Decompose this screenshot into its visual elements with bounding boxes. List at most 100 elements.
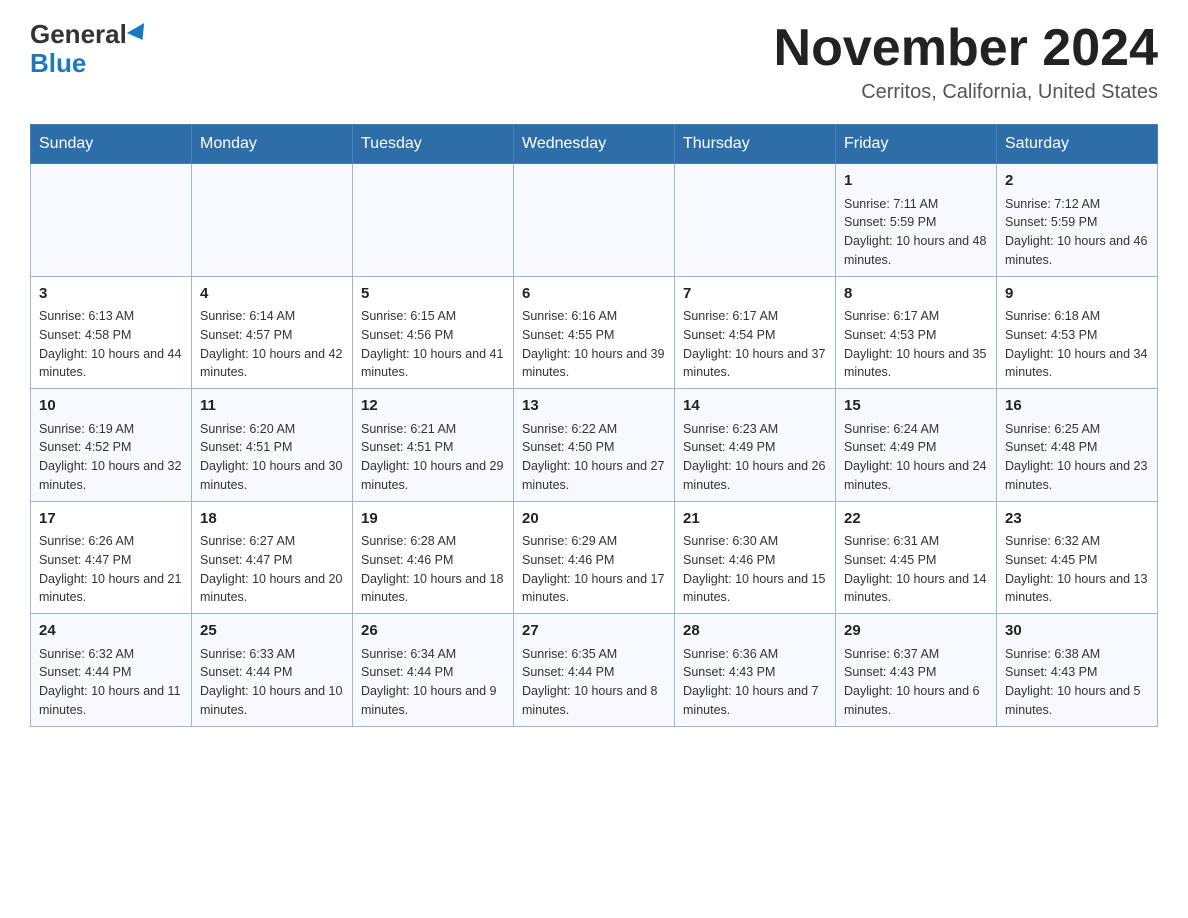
calendar-cell: 16Sunrise: 6:25 AMSunset: 4:48 PMDayligh… bbox=[997, 389, 1158, 502]
calendar-cell: 28Sunrise: 6:36 AMSunset: 4:43 PMDayligh… bbox=[675, 614, 836, 727]
calendar-cell: 9Sunrise: 6:18 AMSunset: 4:53 PMDaylight… bbox=[997, 276, 1158, 389]
day-number: 17 bbox=[39, 508, 183, 531]
day-number: 30 bbox=[1005, 620, 1149, 643]
calendar-cell bbox=[31, 164, 192, 277]
calendar-week-row: 3Sunrise: 6:13 AMSunset: 4:58 PMDaylight… bbox=[31, 276, 1158, 389]
calendar-header-row: SundayMondayTuesdayWednesdayThursdayFrid… bbox=[31, 125, 1158, 164]
day-number: 18 bbox=[200, 508, 344, 531]
day-info: Sunrise: 6:16 AMSunset: 4:55 PMDaylight:… bbox=[522, 307, 666, 382]
day-number: 1 bbox=[844, 170, 988, 193]
calendar-cell: 12Sunrise: 6:21 AMSunset: 4:51 PMDayligh… bbox=[353, 389, 514, 502]
day-info: Sunrise: 6:29 AMSunset: 4:46 PMDaylight:… bbox=[522, 532, 666, 607]
calendar-cell: 22Sunrise: 6:31 AMSunset: 4:45 PMDayligh… bbox=[836, 501, 997, 614]
day-info: Sunrise: 6:22 AMSunset: 4:50 PMDaylight:… bbox=[522, 420, 666, 495]
day-number: 23 bbox=[1005, 508, 1149, 531]
day-info: Sunrise: 6:23 AMSunset: 4:49 PMDaylight:… bbox=[683, 420, 827, 495]
day-number: 5 bbox=[361, 283, 505, 306]
day-info: Sunrise: 6:32 AMSunset: 4:44 PMDaylight:… bbox=[39, 645, 183, 720]
logo-triangle-icon bbox=[127, 23, 151, 45]
day-info: Sunrise: 6:24 AMSunset: 4:49 PMDaylight:… bbox=[844, 420, 988, 495]
page-header: General Blue November 2024 Cerritos, Cal… bbox=[30, 20, 1158, 104]
calendar-cell bbox=[192, 164, 353, 277]
calendar-day-header: Friday bbox=[836, 125, 997, 164]
logo: General Blue bbox=[30, 20, 149, 77]
month-title: November 2024 bbox=[774, 20, 1158, 77]
day-number: 27 bbox=[522, 620, 666, 643]
day-info: Sunrise: 6:18 AMSunset: 4:53 PMDaylight:… bbox=[1005, 307, 1149, 382]
calendar-cell bbox=[675, 164, 836, 277]
calendar-cell: 2Sunrise: 7:12 AMSunset: 5:59 PMDaylight… bbox=[997, 164, 1158, 277]
calendar-cell bbox=[514, 164, 675, 277]
day-number: 6 bbox=[522, 283, 666, 306]
calendar-cell: 10Sunrise: 6:19 AMSunset: 4:52 PMDayligh… bbox=[31, 389, 192, 502]
day-info: Sunrise: 6:13 AMSunset: 4:58 PMDaylight:… bbox=[39, 307, 183, 382]
day-number: 2 bbox=[1005, 170, 1149, 193]
day-number: 26 bbox=[361, 620, 505, 643]
calendar-week-row: 10Sunrise: 6:19 AMSunset: 4:52 PMDayligh… bbox=[31, 389, 1158, 502]
title-block: November 2024 Cerritos, California, Unit… bbox=[774, 20, 1158, 104]
calendar-cell: 3Sunrise: 6:13 AMSunset: 4:58 PMDaylight… bbox=[31, 276, 192, 389]
calendar-cell: 26Sunrise: 6:34 AMSunset: 4:44 PMDayligh… bbox=[353, 614, 514, 727]
calendar-day-header: Thursday bbox=[675, 125, 836, 164]
calendar-cell: 7Sunrise: 6:17 AMSunset: 4:54 PMDaylight… bbox=[675, 276, 836, 389]
day-number: 15 bbox=[844, 395, 988, 418]
day-info: Sunrise: 6:25 AMSunset: 4:48 PMDaylight:… bbox=[1005, 420, 1149, 495]
day-number: 8 bbox=[844, 283, 988, 306]
day-info: Sunrise: 6:33 AMSunset: 4:44 PMDaylight:… bbox=[200, 645, 344, 720]
day-info: Sunrise: 6:27 AMSunset: 4:47 PMDaylight:… bbox=[200, 532, 344, 607]
logo-general-text: General bbox=[30, 20, 127, 49]
day-number: 28 bbox=[683, 620, 827, 643]
day-number: 12 bbox=[361, 395, 505, 418]
day-info: Sunrise: 6:34 AMSunset: 4:44 PMDaylight:… bbox=[361, 645, 505, 720]
day-number: 24 bbox=[39, 620, 183, 643]
day-number: 9 bbox=[1005, 283, 1149, 306]
calendar-cell: 27Sunrise: 6:35 AMSunset: 4:44 PMDayligh… bbox=[514, 614, 675, 727]
calendar-day-header: Tuesday bbox=[353, 125, 514, 164]
calendar-cell bbox=[353, 164, 514, 277]
calendar-day-header: Monday bbox=[192, 125, 353, 164]
day-number: 25 bbox=[200, 620, 344, 643]
day-info: Sunrise: 6:26 AMSunset: 4:47 PMDaylight:… bbox=[39, 532, 183, 607]
day-info: Sunrise: 6:38 AMSunset: 4:43 PMDaylight:… bbox=[1005, 645, 1149, 720]
day-info: Sunrise: 6:31 AMSunset: 4:45 PMDaylight:… bbox=[844, 532, 988, 607]
day-number: 29 bbox=[844, 620, 988, 643]
calendar-cell: 13Sunrise: 6:22 AMSunset: 4:50 PMDayligh… bbox=[514, 389, 675, 502]
day-number: 14 bbox=[683, 395, 827, 418]
calendar-day-header: Sunday bbox=[31, 125, 192, 164]
day-number: 19 bbox=[361, 508, 505, 531]
day-info: Sunrise: 6:35 AMSunset: 4:44 PMDaylight:… bbox=[522, 645, 666, 720]
calendar-cell: 11Sunrise: 6:20 AMSunset: 4:51 PMDayligh… bbox=[192, 389, 353, 502]
day-number: 7 bbox=[683, 283, 827, 306]
day-info: Sunrise: 6:17 AMSunset: 4:54 PMDaylight:… bbox=[683, 307, 827, 382]
calendar-table: SundayMondayTuesdayWednesdayThursdayFrid… bbox=[30, 124, 1158, 727]
calendar-cell: 24Sunrise: 6:32 AMSunset: 4:44 PMDayligh… bbox=[31, 614, 192, 727]
day-info: Sunrise: 7:12 AMSunset: 5:59 PMDaylight:… bbox=[1005, 195, 1149, 270]
calendar-cell: 14Sunrise: 6:23 AMSunset: 4:49 PMDayligh… bbox=[675, 389, 836, 502]
day-info: Sunrise: 6:20 AMSunset: 4:51 PMDaylight:… bbox=[200, 420, 344, 495]
day-info: Sunrise: 6:28 AMSunset: 4:46 PMDaylight:… bbox=[361, 532, 505, 607]
day-number: 22 bbox=[844, 508, 988, 531]
day-info: Sunrise: 6:14 AMSunset: 4:57 PMDaylight:… bbox=[200, 307, 344, 382]
day-number: 11 bbox=[200, 395, 344, 418]
day-info: Sunrise: 6:15 AMSunset: 4:56 PMDaylight:… bbox=[361, 307, 505, 382]
day-number: 13 bbox=[522, 395, 666, 418]
calendar-cell: 6Sunrise: 6:16 AMSunset: 4:55 PMDaylight… bbox=[514, 276, 675, 389]
day-info: Sunrise: 6:21 AMSunset: 4:51 PMDaylight:… bbox=[361, 420, 505, 495]
calendar-cell: 1Sunrise: 7:11 AMSunset: 5:59 PMDaylight… bbox=[836, 164, 997, 277]
calendar-cell: 29Sunrise: 6:37 AMSunset: 4:43 PMDayligh… bbox=[836, 614, 997, 727]
day-number: 21 bbox=[683, 508, 827, 531]
calendar-week-row: 17Sunrise: 6:26 AMSunset: 4:47 PMDayligh… bbox=[31, 501, 1158, 614]
calendar-cell: 30Sunrise: 6:38 AMSunset: 4:43 PMDayligh… bbox=[997, 614, 1158, 727]
day-info: Sunrise: 7:11 AMSunset: 5:59 PMDaylight:… bbox=[844, 195, 988, 270]
day-info: Sunrise: 6:36 AMSunset: 4:43 PMDaylight:… bbox=[683, 645, 827, 720]
day-info: Sunrise: 6:32 AMSunset: 4:45 PMDaylight:… bbox=[1005, 532, 1149, 607]
calendar-cell: 25Sunrise: 6:33 AMSunset: 4:44 PMDayligh… bbox=[192, 614, 353, 727]
day-number: 10 bbox=[39, 395, 183, 418]
day-info: Sunrise: 6:19 AMSunset: 4:52 PMDaylight:… bbox=[39, 420, 183, 495]
calendar-cell: 20Sunrise: 6:29 AMSunset: 4:46 PMDayligh… bbox=[514, 501, 675, 614]
location-text: Cerritos, California, United States bbox=[774, 81, 1158, 104]
day-info: Sunrise: 6:17 AMSunset: 4:53 PMDaylight:… bbox=[844, 307, 988, 382]
calendar-cell: 15Sunrise: 6:24 AMSunset: 4:49 PMDayligh… bbox=[836, 389, 997, 502]
day-info: Sunrise: 6:37 AMSunset: 4:43 PMDaylight:… bbox=[844, 645, 988, 720]
day-info: Sunrise: 6:30 AMSunset: 4:46 PMDaylight:… bbox=[683, 532, 827, 607]
